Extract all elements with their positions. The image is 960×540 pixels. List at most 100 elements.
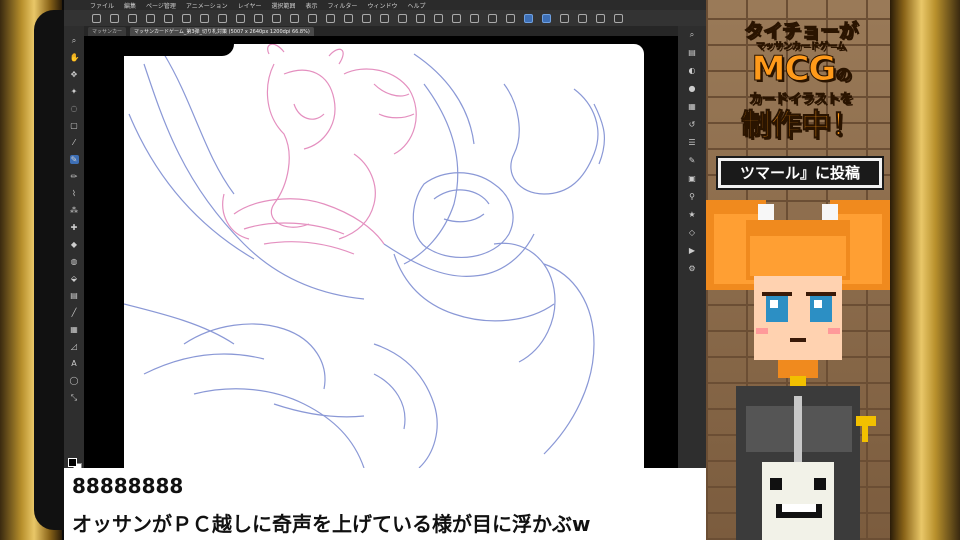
line-tool-icon[interactable]: ╱ [70,308,79,317]
pen-tool-icon[interactable]: ✎ [69,155,79,164]
zoom-fit-icon[interactable] [434,13,443,23]
clear-icon[interactable] [200,13,209,23]
settings-icon[interactable] [614,13,623,23]
menu-item-file[interactable]: ファイル [90,1,114,10]
hand-icon[interactable]: ✋ [70,53,80,62]
drawing-canvas[interactable] [124,44,644,468]
snap-icon[interactable] [380,13,389,23]
color-wheel-icon[interactable]: ◐ [688,66,697,75]
title-no: の [835,65,852,85]
color-set-icon[interactable]: ▣ [688,174,697,183]
fill-tool-icon[interactable]: ⬙ [70,274,79,283]
gradient-tool-icon[interactable]: ▤ [70,291,79,300]
blend-tool-icon[interactable]: ◍ [70,257,79,266]
brush-size-icon[interactable]: ● [688,84,697,93]
frame-icon[interactable] [452,13,461,23]
menu-item-view[interactable]: 表示 [306,1,318,10]
hamburger-icon[interactable] [92,13,101,23]
redo-icon[interactable] [182,13,191,23]
navigator-icon[interactable]: ⌕ [688,30,697,39]
expand-icon[interactable] [308,13,317,23]
airbrush-tool-icon[interactable]: ⁂ [70,206,79,215]
pink-sketch-layer [222,44,417,255]
subtool-icon[interactable]: ✎ [688,156,697,165]
menu-item-page[interactable]: ページ管理 [146,1,176,10]
tab-document-2[interactable]: マッサンカードゲーム_第3弾_切り札対策 (5007 x 2640px 1200… [130,26,314,36]
menu-item-layer[interactable]: レイヤー [238,1,262,10]
menu-item-edit[interactable]: 編集 [124,1,136,10]
pen-pressure-icon[interactable] [524,13,533,23]
paint-app-window: ファイル 編集 ページ管理 アニメーション レイヤー 選択範囲 表示 フィルター… [64,0,706,472]
frame-tool-icon[interactable]: ▦ [70,325,79,334]
search-icon[interactable]: ⚲ [688,192,697,201]
rect-select-icon[interactable]: ▢ [70,121,79,130]
chat-message: オッサンがＰＣ越しに奇声を上げている様が目に浮かぶw [72,512,591,536]
menu-item-animation[interactable]: アニメーション [186,1,228,10]
pixel-character [706,200,890,540]
undo-icon[interactable] [164,13,173,23]
decoration-tool-icon[interactable]: ✚ [70,223,79,232]
crop-icon[interactable] [272,13,281,23]
eraser-tool-icon[interactable]: ◆ [70,240,79,249]
move-icon[interactable]: ✥ [70,70,79,79]
material-icon[interactable]: ▦ [688,102,697,111]
ruler-icon[interactable] [362,13,371,23]
lasso-tool-icon[interactable]: ◌ [70,104,79,113]
document-tabs: マッサンカー マッサンカードゲーム_第3弾_切り札対策 (5007 x 2640… [84,26,690,36]
frame-border-right [890,0,960,540]
chat-username: 88888888 [72,474,184,498]
item-bank-icon[interactable]: ◇ [688,228,697,237]
title-mcg: MCG [751,49,837,89]
zoom-icon[interactable]: ⌕ [70,36,79,45]
animation-icon[interactable]: ▶ [688,246,697,255]
ruler-tool-icon[interactable]: ◿ [70,342,79,351]
save-icon[interactable] [146,13,155,23]
frame-inner-left [34,10,64,530]
stream-title: タイチョーが マッサンカードゲーム MCGの カードイラストを 制作中！ [726,20,876,144]
transform-icon[interactable] [236,13,245,23]
property-icon[interactable]: ☰ [688,138,697,147]
new-file-icon[interactable] [110,13,119,23]
grid-icon[interactable] [344,13,353,23]
title-line-3: MCGの [726,52,876,92]
shrink-icon[interactable] [326,13,335,23]
menu-item-selection[interactable]: 選択範囲 [272,1,296,10]
blue-sketch-layer [124,53,605,468]
text-icon[interactable] [488,13,497,23]
foreground-color[interactable] [68,458,77,467]
menu-item-help[interactable]: ヘルプ [407,1,425,10]
open-file-icon[interactable] [128,13,137,23]
flip-icon[interactable] [398,13,407,23]
invert-icon[interactable] [290,13,299,23]
eyedropper-icon[interactable] [560,13,569,23]
brush-tool-icon[interactable]: ⌇ [70,189,79,198]
eyedropper-tool-icon[interactable]: ⁄ [70,138,79,147]
history-icon[interactable]: ↺ [688,120,697,129]
tool-palette: ⌕ ✋ ✥ ✦ ◌ ▢ ⁄ ✎ ✏ ⌇ ⁂ ✚ ◆ ◍ ⬙ ▤ ╱ ▦ ◿ A … [64,26,84,472]
menu-item-filter[interactable]: フィルター [328,1,358,10]
bucket-icon[interactable] [596,13,605,23]
layer-panel-icon[interactable]: ▤ [688,48,697,57]
title-line-5: 制作中！ [741,108,862,144]
tab-document-1[interactable]: マッサンカー [88,26,127,36]
image-icon[interactable] [470,13,479,23]
sketch-drawing [124,44,605,468]
deselect-icon[interactable] [254,13,263,23]
lasso-icon[interactable] [578,13,587,23]
quick-access-icon[interactable]: ★ [688,210,697,219]
correct-line-tool-icon[interactable]: ⤡ [70,393,79,402]
pencil-tool-icon[interactable]: ✏ [70,172,79,181]
layers-icon[interactable] [506,13,515,23]
canvas-area[interactable] [84,36,678,468]
canvas-notch [124,44,234,56]
stabilizer-icon[interactable] [542,13,551,23]
rotate-icon[interactable] [416,13,425,23]
menu-item-window[interactable]: ウィンドウ [367,1,397,10]
text-tool-icon[interactable]: A [70,359,79,368]
balloon-tool-icon[interactable]: ◯ [70,376,79,385]
settings-panel-icon[interactable]: ⚙ [688,264,697,273]
fill-icon[interactable] [218,13,227,23]
magic-wand-icon[interactable]: ✦ [70,87,79,96]
side-toolbar: ⌕ ▤ ◐ ● ▦ ↺ ☰ ✎ ▣ ⚲ ★ ◇ ▶ ⚙ [678,26,706,468]
title-line-4: カードイラストを [749,92,854,108]
